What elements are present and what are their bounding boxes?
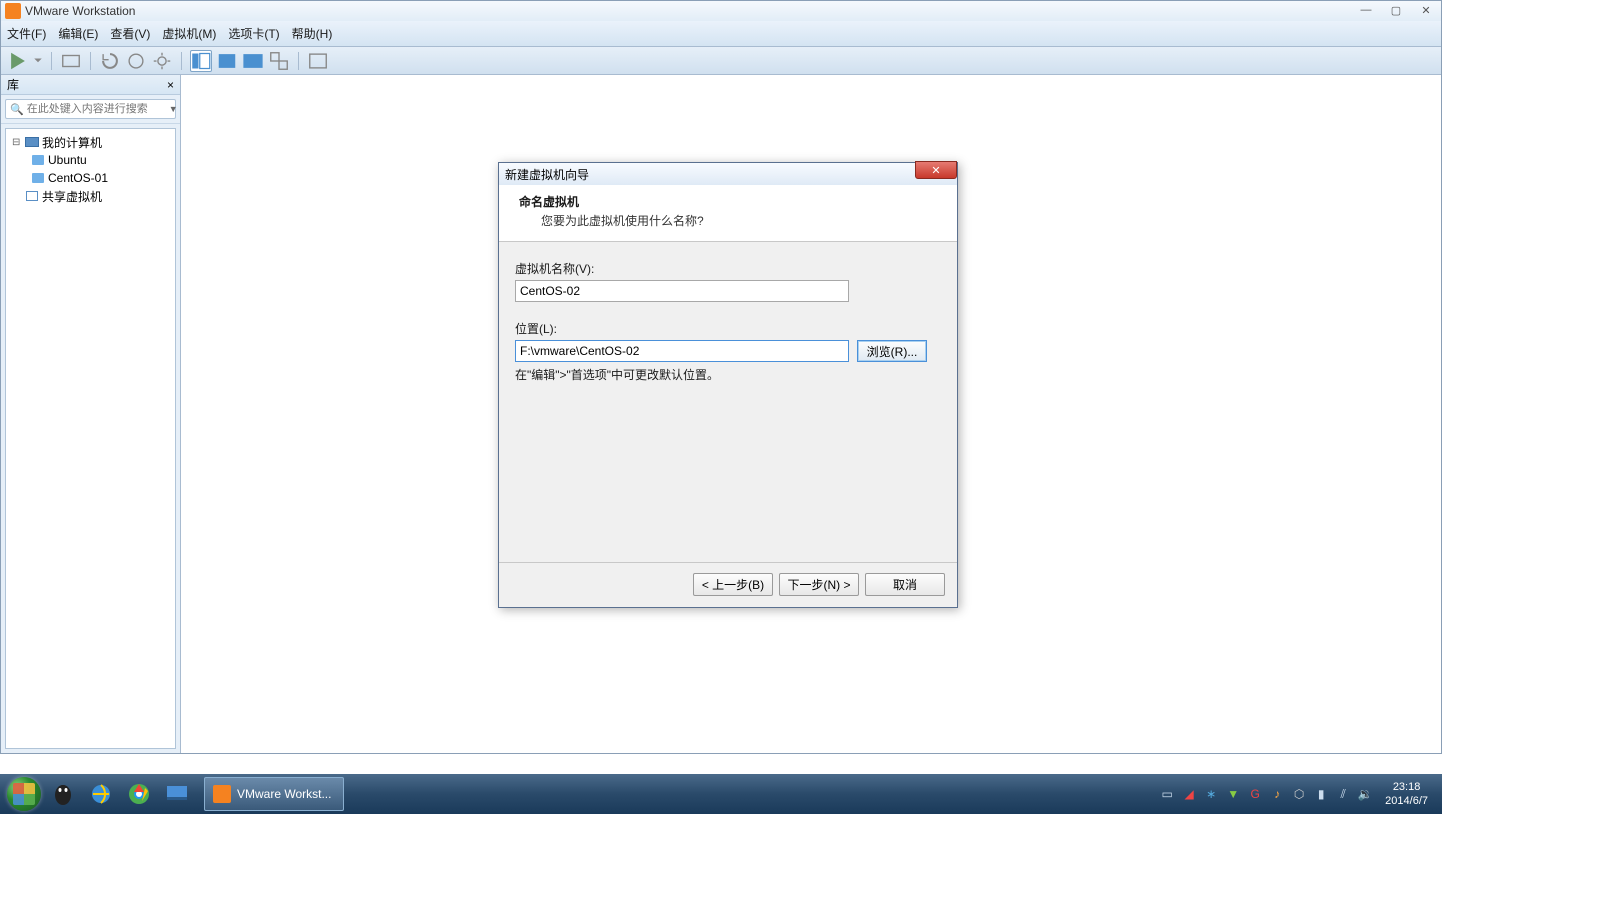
cancel-button[interactable]: 取消 xyxy=(865,573,945,596)
chrome-icon[interactable] xyxy=(123,778,155,810)
tree-shared-label: 共享虚拟机 xyxy=(42,188,102,205)
taskbar-clock[interactable]: 23:18 2014/6/7 xyxy=(1379,780,1434,808)
power-on-button[interactable] xyxy=(7,50,29,72)
toolbar xyxy=(1,47,1441,75)
tree-item-ubuntu[interactable]: Ubuntu xyxy=(8,151,173,169)
app-title: VMware Workstation xyxy=(25,4,135,18)
dialog-footer: < 上一步(B) 下一步(N) > 取消 xyxy=(499,562,957,606)
tray-volume-icon[interactable]: 🔉 xyxy=(1357,786,1373,802)
dialog-body: 虚拟机名称(V): 位置(L): 浏览(R)... 在"编辑">"首选项"中可更… xyxy=(499,242,957,562)
search-input-wrap[interactable]: 🔍 ▼ xyxy=(5,99,176,119)
tray-app-icon[interactable]: ⬡ xyxy=(1291,786,1307,802)
toolbar-separator xyxy=(181,52,182,70)
ie-icon[interactable] xyxy=(85,778,117,810)
close-button[interactable]: ✕ xyxy=(1417,3,1435,17)
windows-orb-icon xyxy=(7,777,41,811)
tray-shield-icon[interactable]: ▼ xyxy=(1225,786,1241,802)
gap-fill xyxy=(0,754,1442,774)
sidebar: 库 × 🔍 ▼ ⊟ 我的计算机 Ubuntu xyxy=(1,75,181,753)
new-vm-wizard-dialog: 新建虚拟机向导 ✕ 命名虚拟机 您要为此虚拟机使用什么名称? 虚拟机名称(V):… xyxy=(498,162,958,608)
start-button[interactable] xyxy=(4,776,44,812)
menu-file[interactable]: 文件(F) xyxy=(7,25,46,42)
menu-help[interactable]: 帮助(H) xyxy=(292,25,333,42)
menubar: 文件(F) 编辑(E) 查看(V) 虚拟机(M) 选项卡(T) 帮助(H) xyxy=(1,21,1441,47)
outer-fill xyxy=(1442,0,1600,900)
back-button[interactable]: < 上一步(B) xyxy=(693,573,773,596)
location-hint: 在"编辑">"首选项"中可更改默认位置。 xyxy=(515,366,941,383)
fullscreen-button[interactable] xyxy=(242,50,264,72)
chevron-down-icon[interactable]: ▼ xyxy=(169,104,178,114)
dialog-title: 新建虚拟机向导 xyxy=(505,166,589,183)
search-row: 🔍 ▼ xyxy=(1,95,180,124)
menu-view[interactable]: 查看(V) xyxy=(110,25,150,42)
tray-bluetooth-icon[interactable]: ∗ xyxy=(1203,786,1219,802)
collapse-icon[interactable]: ⊟ xyxy=(12,137,24,148)
sidebar-title: 库 xyxy=(7,76,19,93)
toolbar-separator xyxy=(51,52,52,70)
tray-network-icon[interactable]: ▮ xyxy=(1313,786,1329,802)
revert-button[interactable] xyxy=(99,50,121,72)
library-view-button[interactable] xyxy=(190,50,212,72)
vmware-app-icon xyxy=(5,3,21,19)
tray-wifi-icon[interactable]: ⫽ xyxy=(1335,786,1351,802)
menu-tabs[interactable]: 选项卡(T) xyxy=(228,25,279,42)
sidebar-close-button[interactable]: × xyxy=(167,78,174,92)
toolbar-separator xyxy=(298,52,299,70)
menu-edit[interactable]: 编辑(E) xyxy=(58,25,98,42)
dialog-header: 命名虚拟机 您要为此虚拟机使用什么名称? xyxy=(499,185,957,242)
location-label: 位置(L): xyxy=(515,320,941,337)
minimize-button[interactable]: — xyxy=(1357,3,1375,17)
vm-icon xyxy=(30,153,46,167)
maximize-button[interactable]: ▢ xyxy=(1387,3,1405,17)
tree-root-label: 我的计算机 xyxy=(42,134,102,151)
taskbar-app-label: VMware Workst... xyxy=(237,787,331,801)
library-tree[interactable]: ⊟ 我的计算机 Ubuntu CentOS-01 共享虚拟机 xyxy=(5,128,176,749)
dialog-titlebar[interactable]: 新建虚拟机向导 ✕ xyxy=(499,163,957,185)
clock-date: 2014/6/7 xyxy=(1385,794,1428,808)
tray-app-icon[interactable]: ♪ xyxy=(1269,786,1285,802)
sidebar-header: 库 × xyxy=(1,75,180,95)
tree-item-label: Ubuntu xyxy=(48,153,87,167)
snapshot-button[interactable] xyxy=(60,50,82,72)
menu-vm[interactable]: 虚拟机(M) xyxy=(162,25,216,42)
tray-battery-icon[interactable]: ▭ xyxy=(1159,786,1175,802)
clock-time: 23:18 xyxy=(1385,780,1428,794)
snapshot-manager-button[interactable] xyxy=(125,50,147,72)
dialog-heading: 命名虚拟机 xyxy=(519,193,937,210)
power-dropdown-icon[interactable] xyxy=(33,50,43,72)
vm-name-label: 虚拟机名称(V): xyxy=(515,260,941,277)
vm-icon xyxy=(30,171,46,185)
vmware-taskbar-icon xyxy=(213,785,231,803)
titlebar[interactable]: VMware Workstation — ▢ ✕ xyxy=(1,1,1441,21)
tree-root-my-computer[interactable]: ⊟ 我的计算机 xyxy=(8,133,173,151)
shared-icon xyxy=(24,189,40,203)
search-input[interactable] xyxy=(27,103,169,115)
tray-flag-icon[interactable]: ◢ xyxy=(1181,786,1197,802)
bottom-fill xyxy=(0,814,1600,900)
browse-button[interactable]: 浏览(R)... xyxy=(857,340,927,362)
toolbar-separator xyxy=(90,52,91,70)
console-view-button[interactable] xyxy=(307,50,329,72)
tree-shared-vms[interactable]: 共享虚拟机 xyxy=(8,187,173,205)
tree-item-label: CentOS-01 xyxy=(48,171,108,185)
tree-item-centos01[interactable]: CentOS-01 xyxy=(8,169,173,187)
next-button[interactable]: 下一步(N) > xyxy=(779,573,859,596)
settings-button[interactable] xyxy=(151,50,173,72)
qq-icon[interactable] xyxy=(47,778,79,810)
dialog-subheading: 您要为此虚拟机使用什么名称? xyxy=(519,212,937,229)
location-input[interactable] xyxy=(515,340,849,362)
taskbar[interactable]: VMware Workst... ▭ ◢ ∗ ▼ G ♪ ⬡ ▮ ⫽ 🔉 23:… xyxy=(0,774,1442,814)
tray-app-icon[interactable]: G xyxy=(1247,786,1263,802)
desktop-icon[interactable] xyxy=(161,778,193,810)
taskbar-app-vmware[interactable]: VMware Workst... xyxy=(204,777,344,811)
dialog-close-button[interactable]: ✕ xyxy=(915,161,957,179)
window-controls: — ▢ ✕ xyxy=(1357,3,1435,17)
system-tray: ▭ ◢ ∗ ▼ G ♪ ⬡ ▮ ⫽ 🔉 23:18 2014/6/7 xyxy=(1159,780,1438,808)
computer-icon xyxy=(24,135,40,149)
search-icon: 🔍 xyxy=(10,103,24,116)
thumbnail-view-button[interactable] xyxy=(216,50,238,72)
vm-name-input[interactable] xyxy=(515,280,849,302)
unity-button[interactable] xyxy=(268,50,290,72)
